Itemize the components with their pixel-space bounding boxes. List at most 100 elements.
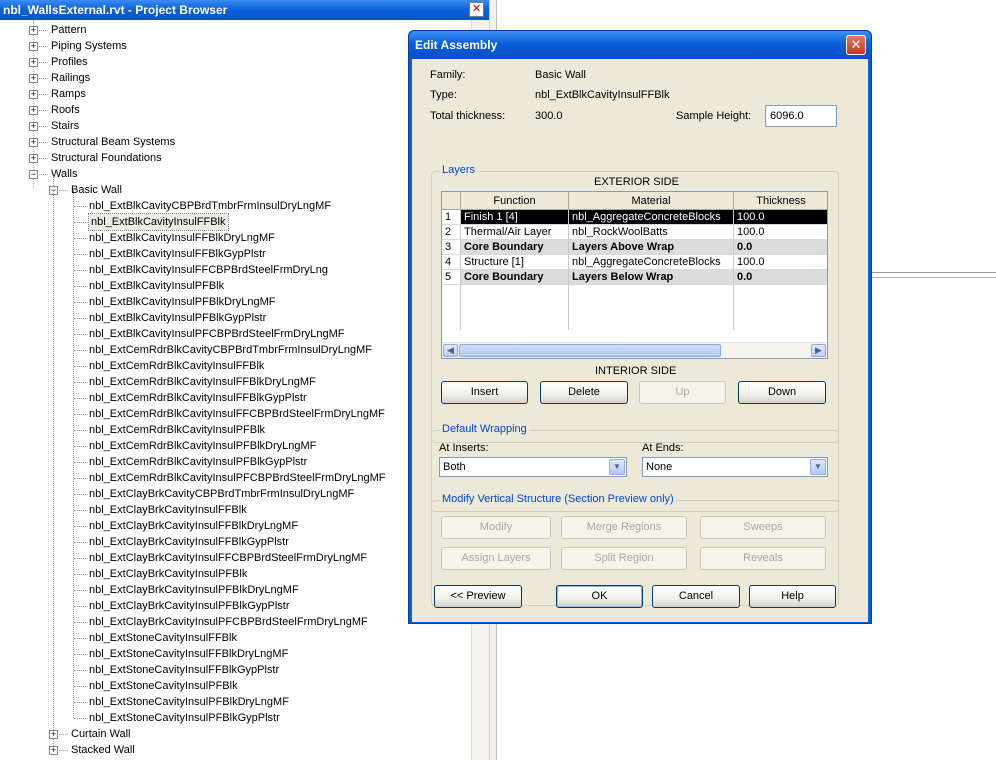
layer-row[interactable]: 3 Core Boundary Layers Above Wrap 0.0 xyxy=(442,240,827,255)
wall-type-item[interactable]: nbl_ExtStoneCavityInsulPFBlkGypPlstr xyxy=(89,710,280,726)
wall-type-item[interactable]: nbl_ExtClayBrkCavityCBPBrdTmbrFrmInsulDr… xyxy=(89,486,354,502)
expand-icon[interactable]: + xyxy=(29,26,38,35)
expand-icon[interactable]: + xyxy=(29,74,38,83)
expand-icon[interactable]: + xyxy=(29,42,38,51)
sweeps-button[interactable]: Sweeps xyxy=(700,516,826,539)
up-button[interactable]: Up xyxy=(639,381,726,404)
expand-icon[interactable]: + xyxy=(29,154,38,163)
wall-type-item[interactable]: nbl_ExtBlkCavityInsulFFBlkGypPlstr xyxy=(89,246,266,262)
tree-item-label[interactable]: Stacked Wall xyxy=(71,742,135,758)
layer-cell-thickness[interactable]: 0.0 xyxy=(734,240,827,255)
column-header-material[interactable]: Material xyxy=(569,192,734,210)
collapse-icon[interactable]: − xyxy=(29,170,38,179)
dialog-title-bar[interactable]: Edit Assembly xyxy=(409,31,871,59)
wall-type-item[interactable]: nbl_ExtCemRdrBlkCavityCBPBrdTmbrFrmInsul… xyxy=(89,342,372,358)
wall-type-item[interactable]: nbl_ExtBlkCavityCBPBrdTmbrFrmInsulDryLng… xyxy=(89,198,331,214)
expand-icon[interactable]: + xyxy=(29,122,38,131)
expand-icon[interactable]: + xyxy=(29,58,38,67)
expand-icon[interactable]: + xyxy=(29,138,38,147)
wall-type-item[interactable]: nbl_ExtClayBrkCavityInsulFFBlkDryLngMF xyxy=(89,518,298,534)
wall-type-item[interactable]: nbl_ExtClayBrkCavityInsulFFCBPBrdSteelFr… xyxy=(89,550,367,566)
wall-type-item[interactable]: nbl_ExtClayBrkCavityInsulFFBlkGypPlstr xyxy=(89,534,289,550)
scroll-right-icon[interactable]: ▶ xyxy=(811,344,826,357)
wall-type-item[interactable]: nbl_ExtBlkCavityInsulFFCBPBrdSteelFrmDry… xyxy=(89,262,328,278)
wall-type-item[interactable]: nbl_ExtStoneCavityInsulFFBlk xyxy=(89,630,237,646)
column-header-function[interactable]: Function xyxy=(461,192,569,210)
cancel-button[interactable]: Cancel xyxy=(652,585,740,608)
layer-cell-function[interactable]: Thermal/Air Layer xyxy=(461,225,569,240)
wall-type-item[interactable]: nbl_ExtStoneCavityInsulFFBlkDryLngMF xyxy=(89,646,288,662)
wall-type-item[interactable]: nbl_ExtCemRdrBlkCavityInsulFFBlk xyxy=(89,358,264,374)
column-header-thickness[interactable]: Thickness xyxy=(734,192,827,210)
scroll-thumb[interactable] xyxy=(459,344,721,357)
layer-row[interactable]: 1 Finish 1 [4] nbl_AggregateConcreteBlocks… xyxy=(442,210,827,225)
wall-type-item[interactable]: nbl_ExtStoneCavityInsulPFBlkDryLngMF xyxy=(89,694,289,710)
chevron-down-icon[interactable]: ▼ xyxy=(810,459,826,475)
reveals-button[interactable]: Reveals xyxy=(700,547,826,570)
layer-cell-thickness[interactable]: 100.0 xyxy=(734,210,827,225)
expand-icon[interactable]: + xyxy=(29,106,38,115)
layer-cell-material[interactable]: Layers Above Wrap xyxy=(569,240,734,255)
down-button[interactable]: Down xyxy=(738,381,826,404)
at-ends-select[interactable]: None ▼ xyxy=(642,457,828,477)
expand-icon[interactable]: + xyxy=(29,90,38,99)
wall-type-item[interactable]: nbl_ExtCemRdrBlkCavityInsulFFBlkDryLngMF xyxy=(89,374,316,390)
expand-icon[interactable]: + xyxy=(49,730,58,739)
wall-type-item[interactable]: nbl_ExtCemRdrBlkCavityInsulPFBlkGypPlstr xyxy=(89,454,307,470)
wall-type-item[interactable]: nbl_ExtClayBrkCavityInsulPFBlkGypPlstr xyxy=(89,598,290,614)
layer-row[interactable]: 5 Core Boundary Layers Below Wrap 0.0 xyxy=(442,270,827,285)
wall-type-item[interactable]: nbl_ExtClayBrkCavityInsulFFBlk xyxy=(89,502,247,518)
tree-item-label[interactable]: Walls xyxy=(51,166,77,182)
help-button[interactable]: Help xyxy=(749,585,836,608)
tree-item-label[interactable]: Structural Foundations xyxy=(51,150,162,166)
horizontal-scrollbar[interactable]: ◀ ▶ xyxy=(442,342,827,358)
wall-type-item-selected[interactable]: nbl_ExtBlkCavityInsulFFBlk xyxy=(88,213,229,231)
tree-item-label[interactable]: Piping Systems xyxy=(51,38,127,54)
chevron-down-icon[interactable]: ▼ xyxy=(609,459,625,475)
wall-type-item[interactable]: nbl_ExtClayBrkCavityInsulPFCBPBrdSteelFr… xyxy=(89,614,368,630)
tree-item-label[interactable]: Stairs xyxy=(51,118,79,134)
wall-type-item[interactable]: nbl_ExtStoneCavityInsulPFBlk xyxy=(89,678,238,694)
tree-item-label[interactable]: Curtain Wall xyxy=(71,726,131,742)
tree-item-label[interactable]: Pattern xyxy=(51,22,86,38)
split-region-button[interactable]: Split Region xyxy=(561,547,687,570)
wall-type-item[interactable]: nbl_ExtBlkCavityInsulPFBlk xyxy=(89,278,224,294)
layer-cell-thickness[interactable]: 100.0 xyxy=(734,255,827,270)
tree-item-label[interactable]: Roofs xyxy=(51,102,80,118)
close-icon[interactable]: ✕ xyxy=(846,35,866,55)
merge-regions-button[interactable]: Merge Regions xyxy=(561,516,687,539)
wall-type-item[interactable]: nbl_ExtCemRdrBlkCavityInsulFFBlkGypPlstr xyxy=(89,390,307,406)
wall-type-item[interactable]: nbl_ExtBlkCavityInsulFFBlkDryLngMF xyxy=(89,230,275,246)
layer-cell-material[interactable]: Layers Below Wrap xyxy=(569,270,734,285)
sample-height-input[interactable]: 6096.0 xyxy=(765,105,837,127)
layer-cell-thickness[interactable]: 100.0 xyxy=(734,225,827,240)
layer-cell-thickness[interactable]: 0.0 xyxy=(734,270,827,285)
wall-type-item[interactable]: nbl_ExtBlkCavityInsulPFBlkDryLngMF xyxy=(89,294,275,310)
wall-type-item[interactable]: nbl_ExtCemRdrBlkCavityInsulPFBlk xyxy=(89,422,265,438)
layer-row[interactable]: 2 Thermal/Air Layer nbl_RockWoolBatts 100.0 xyxy=(442,225,827,240)
delete-button[interactable]: Delete xyxy=(540,381,628,404)
preview-button[interactable]: << Preview xyxy=(434,585,522,608)
tree-item-label[interactable]: Ramps xyxy=(51,86,86,102)
wall-type-item[interactable]: nbl_ExtClayBrkCavityInsulPFBlkDryLngMF xyxy=(89,582,299,598)
tree-item-label[interactable]: Railings xyxy=(51,70,90,86)
wall-type-item[interactable]: nbl_ExtBlkCavityInsulPFBlkGypPlstr xyxy=(89,310,266,326)
layer-cell-material[interactable]: nbl_AggregateConcreteBlocks xyxy=(569,210,734,225)
layer-cell-function[interactable]: Finish 1 [4] xyxy=(461,210,569,225)
tree-item-label[interactable]: Basic Wall xyxy=(71,182,122,198)
modify-button[interactable]: Modify xyxy=(441,516,551,539)
wall-type-item[interactable]: nbl_ExtClayBrkCavityInsulPFBlk xyxy=(89,566,247,582)
ok-button[interactable]: OK xyxy=(556,585,643,608)
scroll-left-icon[interactable]: ◀ xyxy=(443,344,458,357)
expand-icon[interactable]: + xyxy=(49,746,58,755)
close-icon[interactable]: ✕ xyxy=(469,2,484,17)
layer-cell-function[interactable]: Core Boundary xyxy=(461,240,569,255)
layer-cell-material[interactable]: nbl_RockWoolBatts xyxy=(569,225,734,240)
wall-type-item[interactable]: nbl_ExtStoneCavityInsulFFBlkGypPlstr xyxy=(89,662,279,678)
wall-type-item[interactable]: nbl_ExtCemRdrBlkCavityInsulPFBlkDryLngMF xyxy=(89,438,316,454)
insert-button[interactable]: Insert xyxy=(441,381,528,404)
tree-item-label[interactable]: Structural Beam Systems xyxy=(51,134,175,150)
layer-row[interactable]: 4 Structure [1] nbl_AggregateConcreteBlock… xyxy=(442,255,827,270)
wall-type-item[interactable]: nbl_ExtBlkCavityInsulPFCBPBrdSteelFrmDry… xyxy=(89,326,345,342)
tree-item-label[interactable]: Profiles xyxy=(51,54,88,70)
